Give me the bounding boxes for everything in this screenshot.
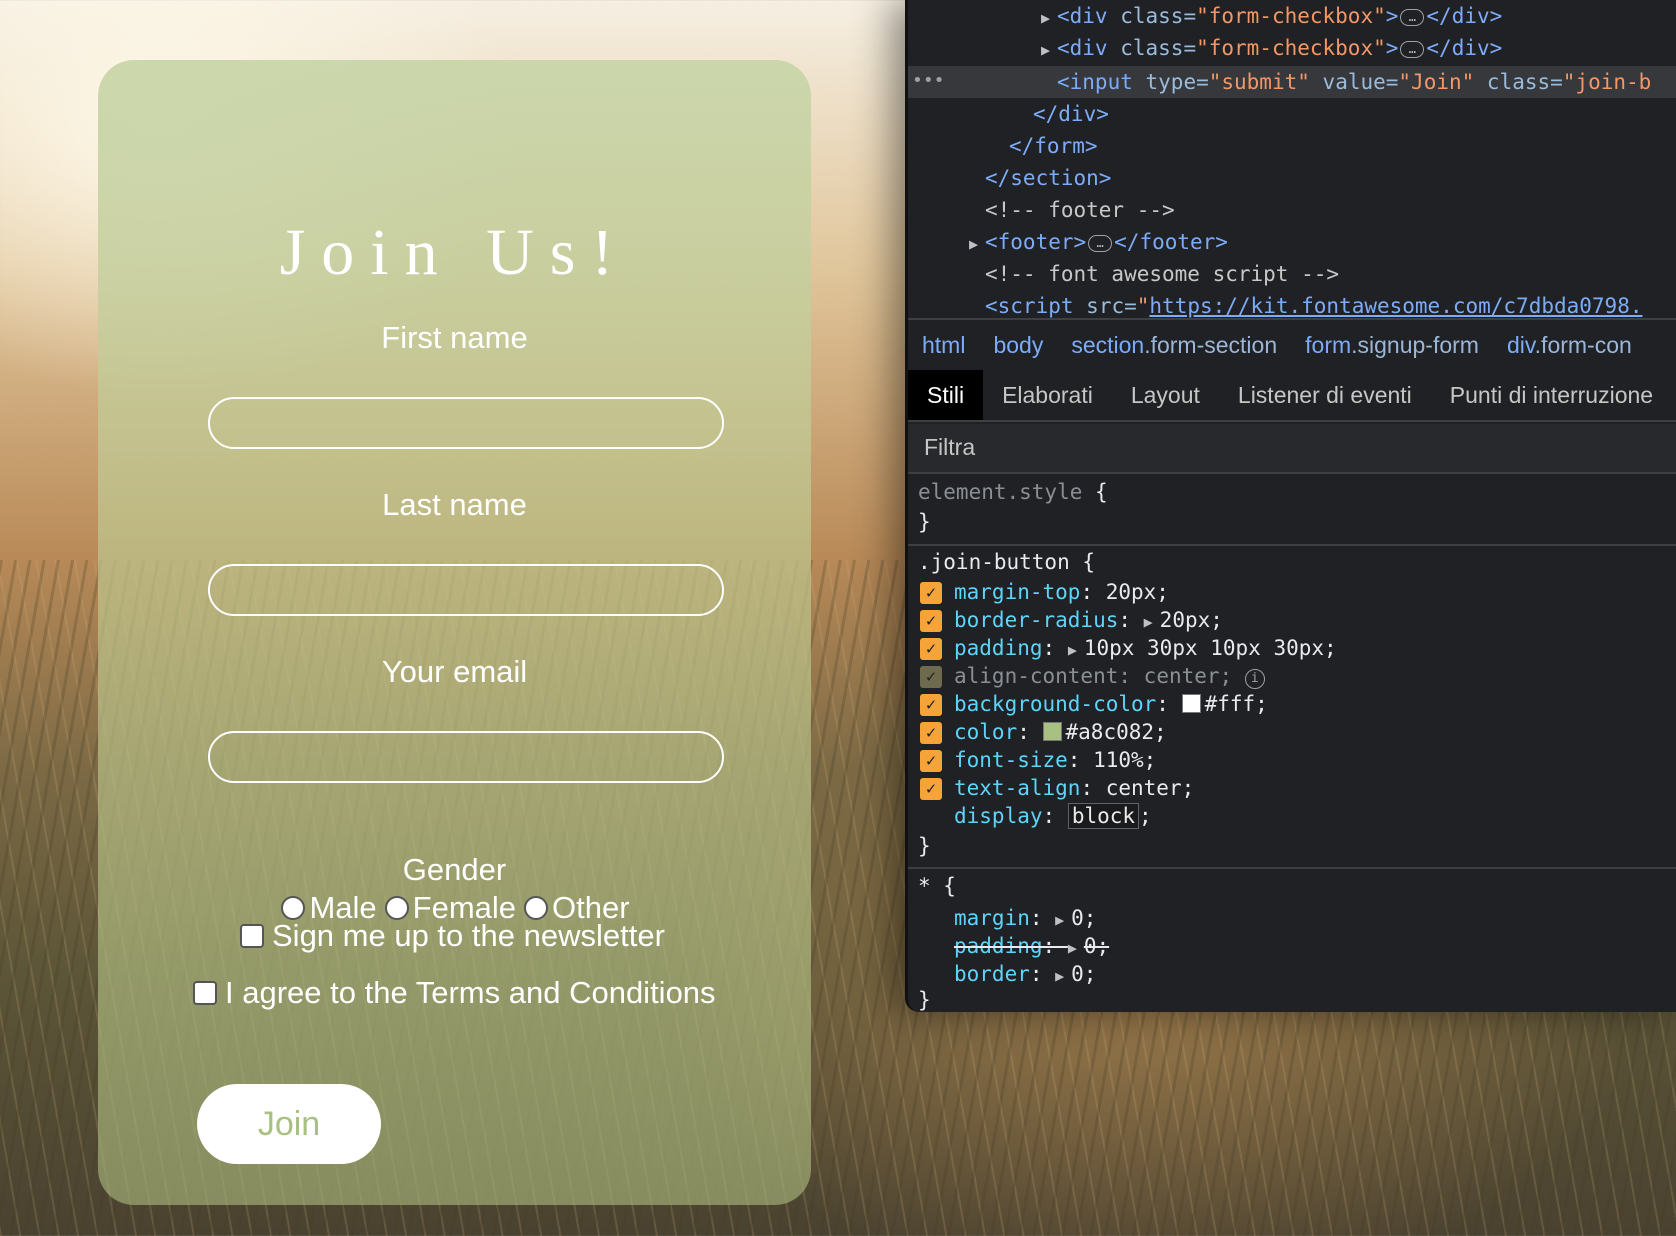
join-button-selector[interactable]: .join-button { — [918, 546, 1095, 578]
tab-elaborati[interactable]: Elaborati — [983, 370, 1112, 420]
breadcrumb-body[interactable]: body — [993, 332, 1043, 359]
terms-checkbox-row: I agree to the Terms and Conditions — [193, 975, 716, 1011]
breadcrumb-html[interactable]: html — [922, 332, 965, 359]
email-input[interactable] — [208, 731, 724, 783]
rule-toggle-checkbox[interactable]: ✓ — [920, 638, 942, 660]
styles-pane-tabs: Stili Elaborati Layout Listener di event… — [908, 370, 1676, 422]
script-src-link[interactable]: https://kit.fontawesome.com/c7dbda0798. — [1149, 294, 1642, 318]
expand-triangle-icon[interactable]: ▶ — [1041, 2, 1057, 34]
dom-node-div-close[interactable]: </div> — [1033, 98, 1109, 130]
dom-node-submit-input[interactable]: <input type="submit" value="Join" class=… — [1057, 66, 1651, 98]
color-swatch-white[interactable] — [1181, 694, 1201, 713]
terms-checkbox[interactable] — [193, 981, 217, 1005]
dom-breadcrumb: html body section.form-section form.sign… — [908, 318, 1676, 370]
ellipsis-icon[interactable]: … — [1088, 234, 1113, 252]
dom-node-footer[interactable]: ▶ <footer>… </footer> — [969, 226, 1228, 258]
ellipsis-icon[interactable]: … — [1400, 8, 1425, 26]
color-swatch-green[interactable] — [1042, 722, 1062, 741]
universal-close-brace: } — [918, 988, 931, 1012]
styles-filter-input[interactable]: Filtra — [908, 424, 1676, 474]
rule-toggle-checkbox[interactable]: ✓ — [920, 694, 942, 716]
rule-toggle-checkbox[interactable]: ✓ — [920, 778, 942, 800]
breadcrumb-div[interactable]: div.form-con — [1507, 332, 1632, 359]
last-name-input[interactable] — [208, 564, 724, 616]
devtools-panel: ••• ▶ <div class="form-checkbox">… </div> … — [905, 0, 1676, 1012]
rule-toggle-checkbox[interactable]: ✓ — [920, 666, 942, 688]
signup-form-card: Join Us! First name Last name Your email… — [98, 60, 811, 1205]
tab-layout[interactable]: Layout — [1112, 370, 1219, 420]
dom-node-form-checkbox-1[interactable]: ▶ <div class="form-checkbox">… </div> — [1041, 0, 1502, 32]
rule-toggle-checkbox[interactable]: ✓ — [920, 582, 942, 604]
property-value-editor[interactable]: block — [1067, 803, 1140, 829]
rule-divider — [908, 867, 1676, 869]
tab-stili[interactable]: Stili — [908, 370, 984, 420]
breadcrumb-section[interactable]: section.form-section — [1071, 332, 1277, 359]
join-button[interactable]: Join — [197, 1084, 381, 1164]
breadcrumb-form[interactable]: form.signup-form — [1305, 332, 1479, 359]
tab-punti-di-interruzione[interactable]: Punti di interruzione — [1431, 370, 1672, 420]
element-style-close-brace: } — [918, 510, 931, 534]
rule-toggle-checkbox[interactable]: ✓ — [920, 610, 942, 632]
rule-border[interactable]: border: ▶ 0; — [954, 958, 1096, 990]
newsletter-label: Sign me up to the newsletter — [272, 918, 665, 953]
expand-triangle-icon[interactable]: ▶ — [1055, 960, 1071, 992]
dom-node-form-close[interactable]: </form> — [1009, 130, 1098, 162]
tab-listener-di-eventi[interactable]: Listener di eventi — [1219, 370, 1431, 420]
info-icon[interactable]: i — [1244, 669, 1265, 689]
filter-placeholder: Filtra — [924, 434, 976, 460]
gender-female-radio[interactable] — [384, 896, 409, 920]
email-label: Your email — [381, 654, 528, 689]
rule-toggle-checkbox[interactable]: ✓ — [920, 750, 942, 772]
expand-triangle-icon[interactable]: ▶ — [969, 228, 985, 260]
join-button-close-brace: } — [918, 834, 931, 858]
last-name-label: Last name — [382, 487, 527, 522]
node-actions-menu-icon[interactable]: ••• — [912, 70, 945, 91]
element-style-selector[interactable]: element.style { — [918, 476, 1108, 508]
rule-toggle-checkbox[interactable]: ✓ — [920, 722, 942, 744]
universal-selector[interactable]: * { — [918, 870, 956, 902]
gender-label: Gender — [402, 852, 507, 887]
terms-label: I agree to the Terms and Conditions — [225, 975, 716, 1010]
dom-node-form-checkbox-2[interactable]: ▶ <div class="form-checkbox">… </div> — [1041, 32, 1502, 64]
dom-comment-font-awesome[interactable]: <!-- font awesome script --> — [985, 258, 1339, 290]
newsletter-checkbox-row: Sign me up to the newsletter — [240, 918, 665, 954]
first-name-label: First name — [381, 320, 528, 355]
ellipsis-icon[interactable]: … — [1400, 40, 1425, 58]
gender-other-radio[interactable] — [524, 896, 549, 920]
expand-triangle-icon[interactable]: ▶ — [1041, 34, 1057, 66]
dom-comment-footer[interactable]: <!-- footer --> — [985, 194, 1175, 226]
newsletter-checkbox[interactable] — [240, 924, 264, 948]
first-name-input[interactable] — [208, 397, 724, 449]
dom-node-section-close[interactable]: </section> — [985, 162, 1111, 194]
form-title: Join Us! — [279, 216, 630, 289]
rule-display-editing[interactable]: display: block; — [954, 800, 1152, 832]
gender-male-radio[interactable] — [281, 896, 306, 920]
